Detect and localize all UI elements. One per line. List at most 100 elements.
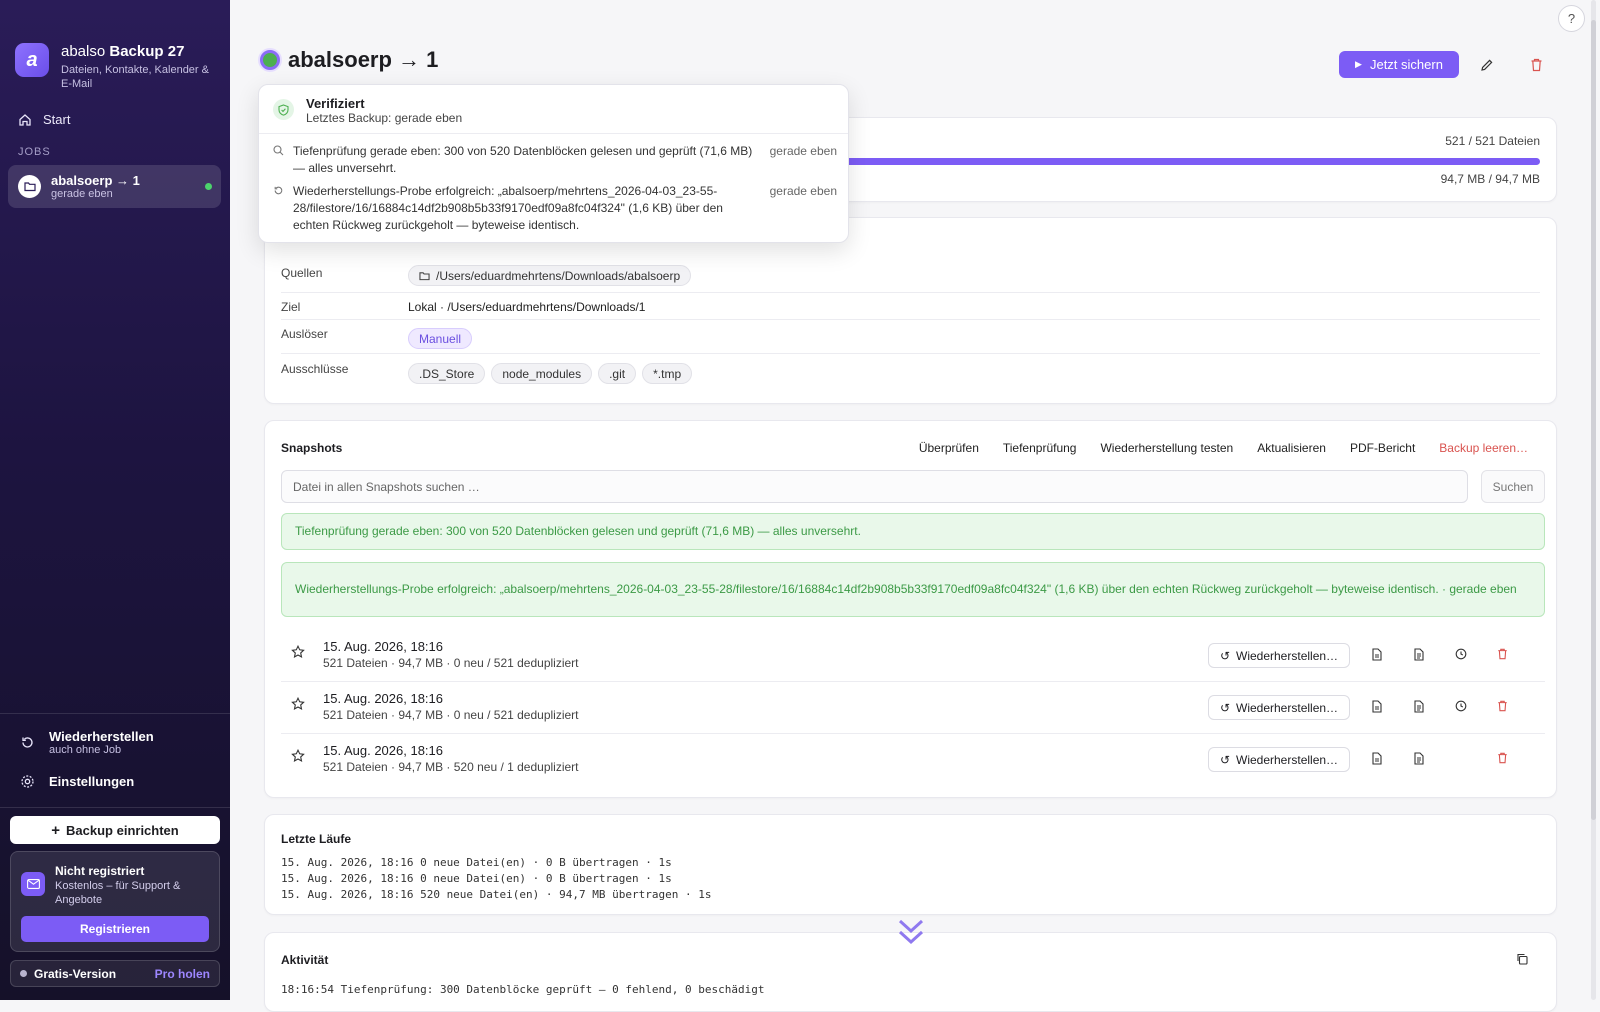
page-header: abalsoerp → 1 <box>260 47 438 73</box>
test-restore-button[interactable]: Wiederherstellung testen <box>1100 441 1233 455</box>
clear-backup-button[interactable]: Backup leeren… <box>1439 441 1528 455</box>
file-list-icon[interactable] <box>1371 648 1383 661</box>
registration-title: Nicht registriert <box>55 864 145 878</box>
restore-snapshot-button[interactable]: ↺ Wiederherstellen… <box>1208 695 1350 720</box>
restore-probe-notice: Wiederherstellungs-Probe erfolgreich: „a… <box>281 562 1545 617</box>
pdf-report-button[interactable]: PDF-Bericht <box>1350 441 1415 455</box>
search-button[interactable]: Suchen <box>1481 470 1545 503</box>
trash-icon[interactable] <box>1497 752 1508 764</box>
progress-files: 521 / 521 Dateien <box>1445 134 1540 148</box>
scroll-down-icon[interactable] <box>898 918 924 946</box>
job-status-dot <box>205 183 212 190</box>
target-label: Ziel <box>281 300 301 314</box>
divider <box>0 713 230 714</box>
sidebar-item-restore[interactable]: Wiederherstellen auch ohne Job <box>20 729 154 756</box>
trash-icon[interactable] <box>1497 648 1508 660</box>
setup-backup-button[interactable]: + Backup einrichten <box>10 816 220 844</box>
document-icon[interactable] <box>1413 752 1425 765</box>
register-button[interactable]: Registrieren <box>21 916 209 942</box>
popover-title: Verifiziert <box>306 96 365 111</box>
app-name: abalso Backup 27 <box>61 43 185 60</box>
snapshot-date: 15. Aug. 2026, 18:16 <box>323 639 443 654</box>
job-name: abalsoerp → 1 <box>51 172 140 188</box>
sidebar-item-start[interactable]: Start <box>18 112 70 127</box>
app-subtitle: Dateien, Kontakte, Kalender & E-Mail <box>61 64 209 90</box>
refresh-button[interactable]: Aktualisieren <box>1257 441 1326 455</box>
sidebar-item-job[interactable]: abalsoerp → 1 gerade eben <box>8 165 221 208</box>
deep-check-button[interactable]: Tiefenprüfung <box>1003 441 1077 455</box>
trash-icon[interactable] <box>1497 700 1508 712</box>
divider <box>0 807 230 808</box>
divider <box>281 733 1545 734</box>
brand: a abalso Backup 27 Dateien, Kontakte, Ka… <box>15 43 211 91</box>
sidebar-item-settings[interactable]: Einstellungen <box>20 774 134 789</box>
popover-entry-text: Tiefenprüfung gerade eben: 300 von 520 D… <box>293 144 753 175</box>
run-line: 15. Aug. 2026, 18:16 0 neue Datei(en) · … <box>281 856 672 869</box>
job-last-run: gerade eben <box>51 187 113 200</box>
version-card: Gratis-Version Pro holen <box>10 960 220 987</box>
snapshot-row: 15. Aug. 2026, 18:16 521 Dateien · 94,7 … <box>281 683 1545 734</box>
popover-entry-text: Wiederherstellungs-Probe erfolgreich: „a… <box>293 184 723 232</box>
verify-button[interactable]: Überprüfen <box>919 441 979 455</box>
delete-job-button[interactable] <box>1524 53 1548 77</box>
run-line: 15. Aug. 2026, 18:16 0 neue Datei(en) · … <box>281 872 672 885</box>
help-button[interactable]: ? <box>1558 5 1585 32</box>
restore-sub: auch ohne Job <box>49 744 122 756</box>
divider <box>281 681 1545 682</box>
clock-icon[interactable] <box>1455 648 1467 660</box>
exclude-chip: *.tmp <box>642 363 693 384</box>
run-line: 15. Aug. 2026, 18:16 520 neue Datei(en) … <box>281 888 712 901</box>
snapshot-search-input[interactable]: Datei in allen Snapshots suchen … <box>281 470 1468 503</box>
snapshot-toolbar: Überprüfen Tiefenprüfung Wiederherstellu… <box>919 441 1528 455</box>
copy-icon[interactable] <box>1516 953 1528 965</box>
recent-runs-card: Letzte Läufe 15. Aug. 2026, 18:16 0 neue… <box>264 814 1557 915</box>
divider <box>281 353 1540 354</box>
divider <box>281 292 1540 293</box>
snapshots-card: Snapshots Überprüfen Tiefenprüfung Wiede… <box>264 420 1557 798</box>
settings-label: Einstellungen <box>49 774 135 789</box>
trigger-badge: Manuell <box>408 328 473 349</box>
file-list-icon[interactable] <box>1371 700 1383 713</box>
snapshot-row: 15. Aug. 2026, 18:16 521 Dateien · 94,7 … <box>281 631 1545 682</box>
snapshot-meta: 521 Dateien · 94,7 MB · 0 neu / 521 dedu… <box>323 708 579 722</box>
verification-popover: Verifiziert Letztes Backup: gerade eben … <box>258 84 849 243</box>
restore-icon: ↺ <box>1219 700 1230 715</box>
clock-icon[interactable] <box>1455 700 1467 712</box>
source-chip[interactable]: /Users/eduardmehrtens/Downloads/abalsoer… <box>408 265 692 286</box>
status-indicator[interactable] <box>260 50 280 70</box>
restore-label: Wiederherstellen <box>49 729 154 744</box>
snapshot-row: 15. Aug. 2026, 18:16 521 Dateien · 94,7 … <box>281 735 1545 786</box>
restore-icon <box>274 186 283 195</box>
sidebar: a abalso Backup 27 Dateien, Kontakte, Ka… <box>0 0 230 1000</box>
runs-title: Letzte Läufe <box>281 832 352 846</box>
snapshot-date: 15. Aug. 2026, 18:16 <box>323 691 443 706</box>
exclude-chip: .DS_Store <box>408 363 486 384</box>
star-icon[interactable] <box>291 697 305 711</box>
edit-button[interactable] <box>1475 53 1499 77</box>
popover-entry-time: gerade eben <box>769 144 837 158</box>
file-list-icon[interactable] <box>1371 752 1383 765</box>
star-icon[interactable] <box>291 645 305 659</box>
upgrade-link[interactable]: Pro holen <box>155 967 210 981</box>
restore-snapshot-button[interactable]: ↺ Wiederherstellen… <box>1208 643 1350 668</box>
document-icon[interactable] <box>1413 648 1425 661</box>
divider <box>259 133 848 134</box>
mail-icon <box>21 872 45 896</box>
star-icon[interactable] <box>291 749 305 763</box>
trash-icon <box>1531 58 1541 72</box>
progress-size: 94,7 MB / 94,7 MB <box>1440 172 1540 186</box>
app-logo: a <box>15 43 49 77</box>
sidebar-item-label: Start <box>43 112 71 127</box>
version-dot <box>20 970 27 977</box>
scrollbar-thumb[interactable] <box>1591 20 1596 820</box>
restore-snapshot-button[interactable]: ↺ Wiederherstellen… <box>1208 747 1350 772</box>
backup-now-button[interactable]: ▶ Jetzt sichern <box>1339 51 1459 78</box>
excludes-label: Ausschlüsse <box>281 362 349 376</box>
snapshots-title: Snapshots <box>281 441 343 455</box>
document-icon[interactable] <box>1413 700 1425 713</box>
popover-subtitle: Letztes Backup: gerade eben <box>306 111 463 125</box>
plus-icon: + <box>51 821 61 839</box>
activity-line: 18:16:54 Tiefenprüfung: 300 Datenblöcke … <box>281 983 765 996</box>
trigger-label: Auslöser <box>281 327 328 341</box>
home-icon <box>19 113 31 126</box>
